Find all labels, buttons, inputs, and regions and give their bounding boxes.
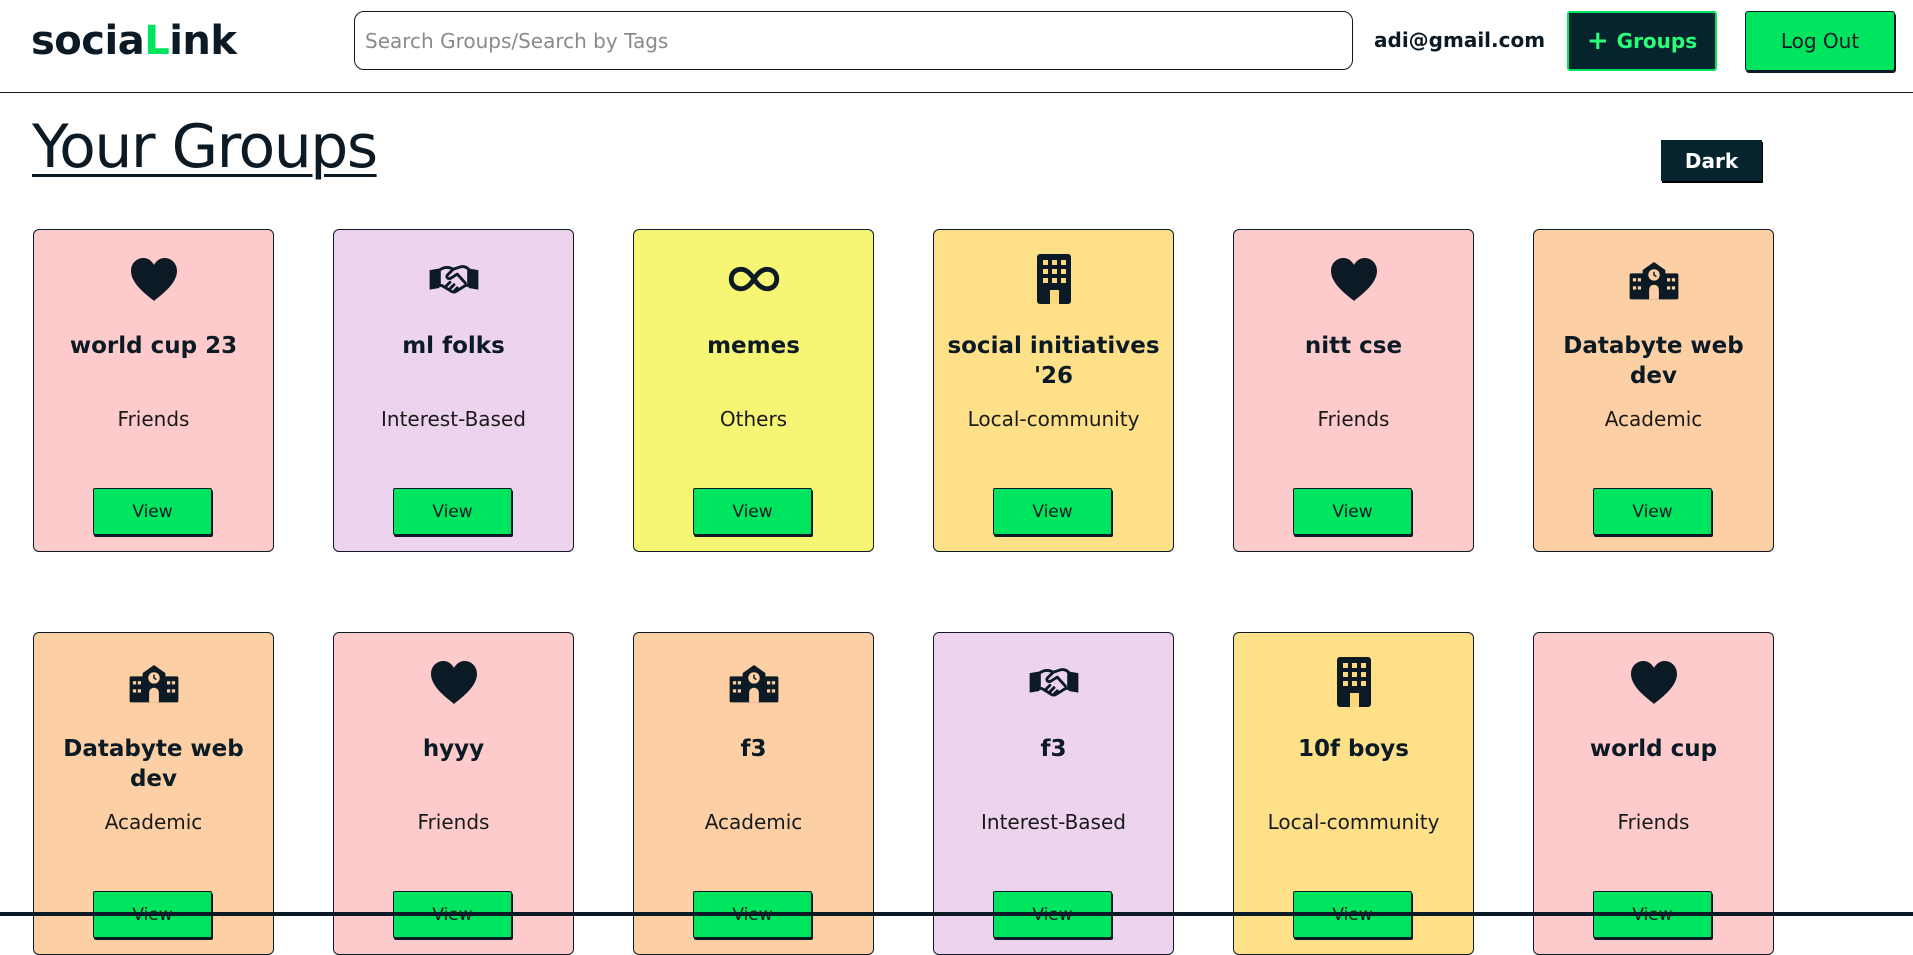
group-category: Friends <box>117 407 190 431</box>
heart-icon <box>34 254 273 304</box>
add-group-button[interactable]: + Groups <box>1567 11 1717 71</box>
group-card: Databyte web dev Academic View <box>1533 229 1774 552</box>
group-card: hyyyFriendsView <box>333 632 574 955</box>
brand-accent-letter: L <box>144 18 170 64</box>
group-card: 10f boysLocal-communityView <box>1233 632 1474 955</box>
user-email: adi@gmail.com <box>1374 28 1546 52</box>
view-group-button[interactable]: View <box>1593 488 1712 535</box>
group-card: world cupFriendsView <box>1533 632 1774 955</box>
group-category: Friends <box>1317 407 1390 431</box>
group-name: f3 <box>1040 736 1067 762</box>
group-name: social initiatives '26 <box>947 333 1160 389</box>
view-group-button[interactable]: View <box>693 488 812 535</box>
group-card: ml folks Interest-Based View <box>333 229 574 552</box>
heart-icon <box>1534 657 1773 707</box>
group-category: Friends <box>417 810 490 834</box>
group-name: nitt cse <box>1304 333 1403 359</box>
search-input[interactable] <box>354 11 1353 70</box>
group-category: Interest-Based <box>981 810 1126 834</box>
group-card: Databyte web devAcademicView <box>33 632 274 955</box>
brand-logo[interactable]: sociaLink <box>31 18 237 64</box>
heart-icon <box>1234 254 1473 304</box>
group-category: Academic <box>704 810 803 834</box>
view-group-button[interactable]: View <box>1293 488 1412 535</box>
bottom-divider <box>0 912 1913 916</box>
group-card: memes Others View <box>633 229 874 552</box>
group-category: Local-community <box>967 407 1140 431</box>
school-icon <box>34 657 273 707</box>
view-group-button[interactable]: View <box>93 488 212 535</box>
add-group-label: Groups <box>1616 29 1698 53</box>
school-icon <box>1534 254 1773 304</box>
view-group-button[interactable]: View <box>393 488 512 535</box>
building-icon <box>934 254 1173 304</box>
brand-prefix: socia <box>31 18 145 64</box>
group-name: ml folks <box>402 333 505 359</box>
group-category: Friends <box>1617 810 1690 834</box>
group-name: Databyte web dev <box>63 736 244 792</box>
handshake-icon <box>934 657 1173 707</box>
group-name: 10f boys <box>1298 736 1409 762</box>
group-category: Local-community <box>1267 810 1440 834</box>
group-name: Databyte web dev <box>1563 333 1744 389</box>
handshake-icon <box>334 254 573 304</box>
top-navbar: sociaLink adi@gmail.com + Groups Log Out <box>0 0 1913 93</box>
page-title: Your Groups <box>32 112 378 182</box>
group-category: Academic <box>104 810 203 834</box>
group-name: world cup 23 <box>69 333 238 359</box>
view-group-button[interactable]: View <box>993 488 1112 535</box>
group-category: Others <box>719 407 788 431</box>
brand-suffix: ink <box>169 18 237 64</box>
group-name: hyyy <box>422 736 485 762</box>
group-category: Interest-Based <box>381 407 526 431</box>
group-card: world cup 23 Friends View <box>33 229 274 552</box>
logout-button[interactable]: Log Out <box>1745 11 1895 71</box>
group-name: world cup <box>1589 736 1718 762</box>
group-card: social initiatives '26 Local-community Vie… <box>933 229 1174 552</box>
group-card: f3AcademicView <box>633 632 874 955</box>
theme-toggle-button[interactable]: Dark <box>1661 140 1762 181</box>
building-icon <box>1234 657 1473 707</box>
group-name: f3 <box>740 736 767 762</box>
group-name: memes <box>707 333 800 359</box>
group-category: Academic <box>1604 407 1703 431</box>
group-card: nitt cse Friends View <box>1233 229 1474 552</box>
infinity-icon <box>634 254 873 304</box>
school-icon <box>634 657 873 707</box>
heart-icon <box>334 657 573 707</box>
plus-icon: + <box>1586 26 1609 56</box>
group-card: f3Interest-BasedView <box>933 632 1174 955</box>
